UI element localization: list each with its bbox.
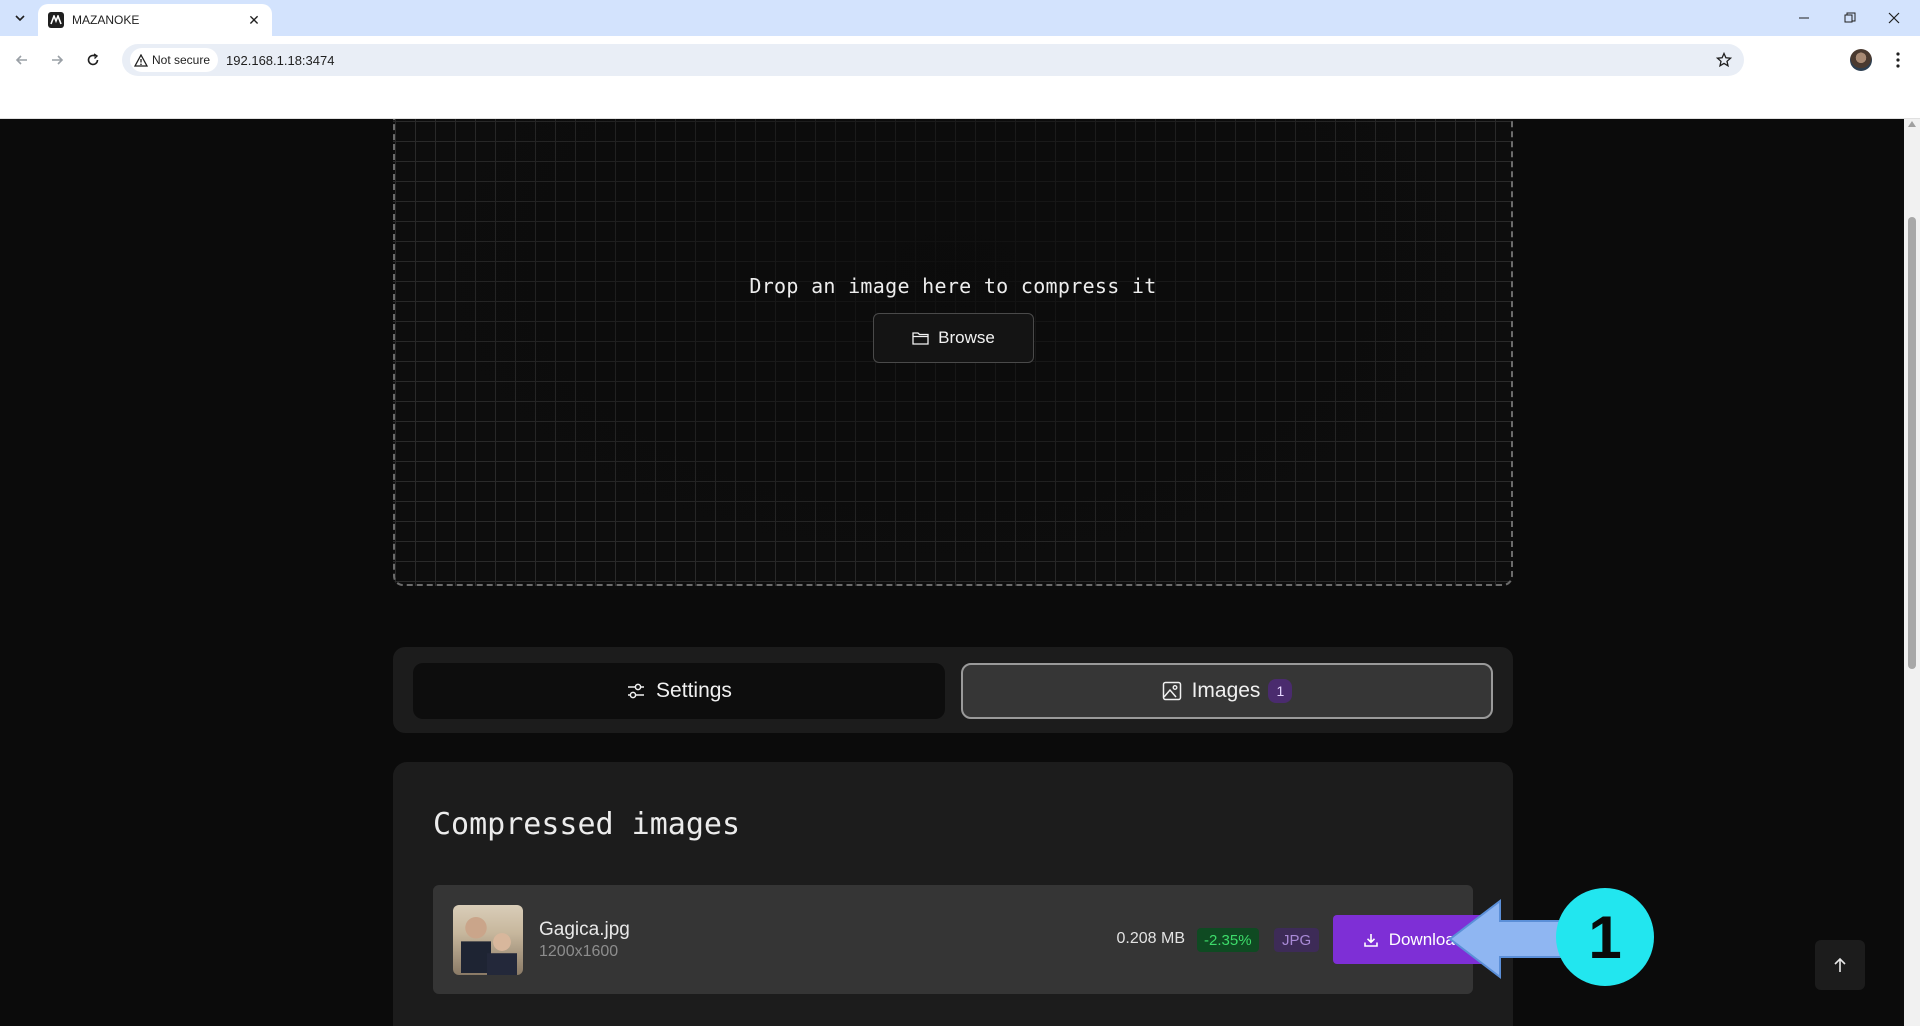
drop-zone[interactable]: Drop an image here to compress it Browse bbox=[393, 119, 1513, 586]
file-dimensions: 1200x1600 bbox=[539, 943, 619, 960]
browse-button[interactable]: Browse bbox=[873, 313, 1034, 363]
url-text[interactable]: 192.168.1.18:3474 bbox=[226, 53, 334, 68]
minimize-icon[interactable] bbox=[1784, 0, 1824, 36]
address-bar[interactable]: Not secure 192.168.1.18:3474 bbox=[122, 44, 1744, 76]
security-label: Not secure bbox=[152, 53, 211, 67]
browser-tab-strip: MAZANOKE ✕ bbox=[0, 0, 1920, 36]
tab-search-icon[interactable] bbox=[8, 6, 32, 30]
compressed-images-panel: Compressed images Gagica.jpg 1200x1600 0… bbox=[393, 762, 1513, 1026]
scroll-to-top-button[interactable] bbox=[1815, 940, 1865, 990]
restore-icon[interactable] bbox=[1830, 0, 1870, 36]
annotation-step-badge: 1 bbox=[1556, 888, 1654, 986]
image-icon bbox=[1162, 681, 1181, 701]
bookmark-star-icon[interactable] bbox=[1714, 50, 1734, 70]
file-size: 0.208 MB bbox=[1116, 930, 1185, 947]
tab-settings-label: Settings bbox=[656, 679, 732, 702]
scrollbar-thumb[interactable] bbox=[1908, 217, 1916, 669]
tab-settings[interactable]: Settings bbox=[413, 663, 945, 719]
section-title: Compressed images bbox=[433, 807, 741, 842]
tab-images-label: Images bbox=[1191, 679, 1261, 702]
tab-images[interactable]: Images 1 bbox=[961, 663, 1493, 719]
sliders-icon bbox=[628, 683, 645, 699]
file-name: Gagica.jpg bbox=[539, 919, 630, 940]
mazanoke-favicon-icon bbox=[48, 12, 64, 28]
images-count-badge: 1 bbox=[1268, 679, 1293, 703]
profile-avatar[interactable] bbox=[1850, 49, 1872, 71]
browser-tab[interactable]: MAZANOKE ✕ bbox=[38, 4, 272, 36]
back-icon[interactable] bbox=[8, 46, 36, 74]
format-badge: JPG bbox=[1274, 928, 1320, 952]
browser-toolbar: Not secure 192.168.1.18:3474 bbox=[0, 36, 1920, 84]
size-change-badge: -2.35% bbox=[1197, 928, 1259, 952]
scroll-up-icon[interactable] bbox=[1908, 121, 1916, 127]
drop-zone-prompt: Drop an image here to compress it bbox=[749, 274, 1157, 298]
browse-label: Browse bbox=[938, 328, 995, 347]
view-tabs: Settings Images 1 bbox=[393, 647, 1513, 733]
page-top-strip bbox=[0, 84, 1920, 119]
arrow-up-icon bbox=[1834, 957, 1846, 972]
folder-icon bbox=[912, 332, 929, 345]
download-icon bbox=[1363, 933, 1378, 947]
image-thumbnail[interactable] bbox=[453, 905, 523, 975]
security-chip[interactable]: Not secure bbox=[130, 48, 219, 72]
list-item: Gagica.jpg 1200x1600 0.208 MB -2.35% JPG… bbox=[433, 885, 1494, 994]
browser-menu-icon[interactable] bbox=[1886, 48, 1910, 72]
page-scrollbar[interactable] bbox=[1904, 119, 1920, 1026]
forward-icon[interactable] bbox=[43, 46, 71, 74]
reload-icon[interactable] bbox=[79, 46, 107, 74]
warning-icon bbox=[134, 53, 148, 67]
tab-title: MAZANOKE bbox=[72, 13, 140, 27]
window-close-icon[interactable] bbox=[1874, 0, 1914, 36]
tab-close-icon[interactable]: ✕ bbox=[246, 12, 262, 28]
